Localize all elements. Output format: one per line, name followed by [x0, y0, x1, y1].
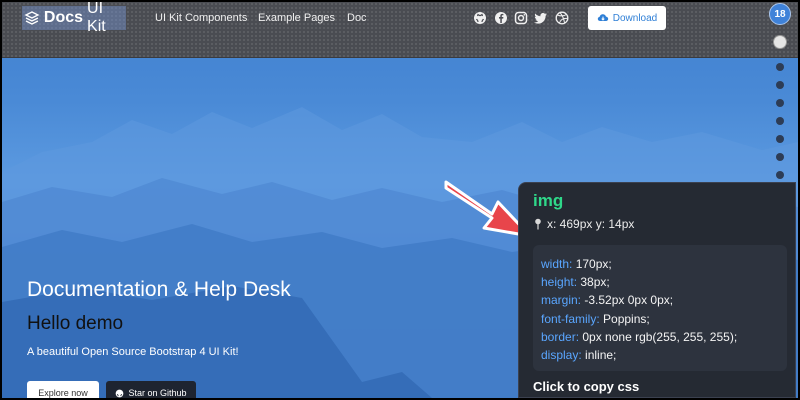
dribbble-icon[interactable]	[555, 11, 569, 25]
browser-viewport: Docs UI Kit UI Kit Components Example Pa…	[2, 2, 798, 398]
brand-suffix: UI Kit	[87, 2, 106, 35]
github-icon[interactable]	[473, 11, 487, 25]
copy-css-button[interactable]: Click to copy css	[533, 379, 639, 394]
download-label: Download	[612, 12, 658, 24]
scroll-badge[interactable]: 18	[769, 3, 791, 25]
pin-icon	[535, 218, 541, 230]
inspector-element-tag: img	[533, 191, 564, 210]
property-key: border:	[541, 329, 580, 344]
property-value: inline;	[585, 348, 617, 363]
instagram-icon[interactable]	[514, 11, 528, 25]
property-value: Poppins;	[603, 311, 650, 326]
property-value: 170px;	[575, 257, 612, 271]
nav-link-ui-kit-components[interactable]: UI Kit Components	[155, 12, 247, 24]
github-icon	[116, 389, 124, 397]
scroll-dot[interactable]	[776, 63, 784, 71]
cloud-download-icon	[597, 14, 608, 21]
property-key: display:	[541, 348, 582, 363]
property-key: height:	[541, 275, 578, 290]
top-navbar: Docs UI Kit UI Kit Components Example Pa…	[2, 2, 798, 58]
property-row: margin: -3.52px 0px 0px;	[541, 291, 779, 309]
property-row: border: 0px none rgb(255, 255, 255);	[541, 328, 779, 346]
scroll-dot[interactable]	[776, 135, 784, 143]
property-row: width: 170px;	[541, 255, 779, 273]
inspector-coordinates: x: 469px y: 14px	[547, 217, 635, 231]
nav-link-doc[interactable]: Doc	[347, 12, 367, 24]
layers-icon	[24, 11, 40, 25]
scroll-dot[interactable]	[776, 117, 784, 125]
download-button[interactable]: Download	[588, 6, 666, 30]
inspector-position: x: 469px y: 14px	[533, 217, 634, 231]
explore-now-button[interactable]: Explore now	[27, 381, 99, 398]
star-on-github-label: Star on Github	[128, 388, 187, 398]
hero-subtitle: Hello demo	[27, 313, 124, 334]
css-inspector-panel[interactable]: img x: 469px y: 14px width: 170px; heigh…	[518, 182, 796, 398]
scroll-dot[interactable]	[776, 99, 784, 107]
nav-link-example-pages[interactable]: Example Pages	[258, 12, 335, 24]
property-value: -3.52px 0px 0px;	[584, 293, 674, 308]
property-key: font-family:	[541, 311, 600, 326]
property-key: margin:	[541, 293, 582, 308]
brand-logo[interactable]: Docs UI Kit	[22, 2, 126, 35]
star-on-github-button[interactable]: Star on Github	[106, 381, 196, 398]
property-row: font-family: Poppins;	[541, 310, 779, 328]
property-row: height: 38px;	[541, 273, 779, 291]
scroll-dot[interactable]	[776, 171, 784, 179]
twitter-icon[interactable]	[534, 11, 548, 25]
facebook-icon[interactable]	[494, 11, 508, 25]
property-value: 38px;	[580, 275, 610, 290]
hero-description: A beautiful Open Source Bootstrap 4 UI K…	[27, 346, 239, 358]
property-key: width:	[541, 257, 573, 271]
scroll-dot[interactable]	[776, 81, 784, 89]
inspector-properties: width: 170px; height: 38px; margin: -3.5…	[533, 245, 787, 371]
property-row: display: inline;	[541, 346, 779, 364]
scroll-dot[interactable]	[776, 153, 784, 161]
brand-name: Docs	[43, 9, 84, 26]
scroll-dot-active[interactable]	[773, 35, 787, 49]
hero-title: Documentation & Help Desk	[27, 278, 291, 301]
property-value: 0px none rgb(255, 255, 255);	[582, 329, 738, 344]
